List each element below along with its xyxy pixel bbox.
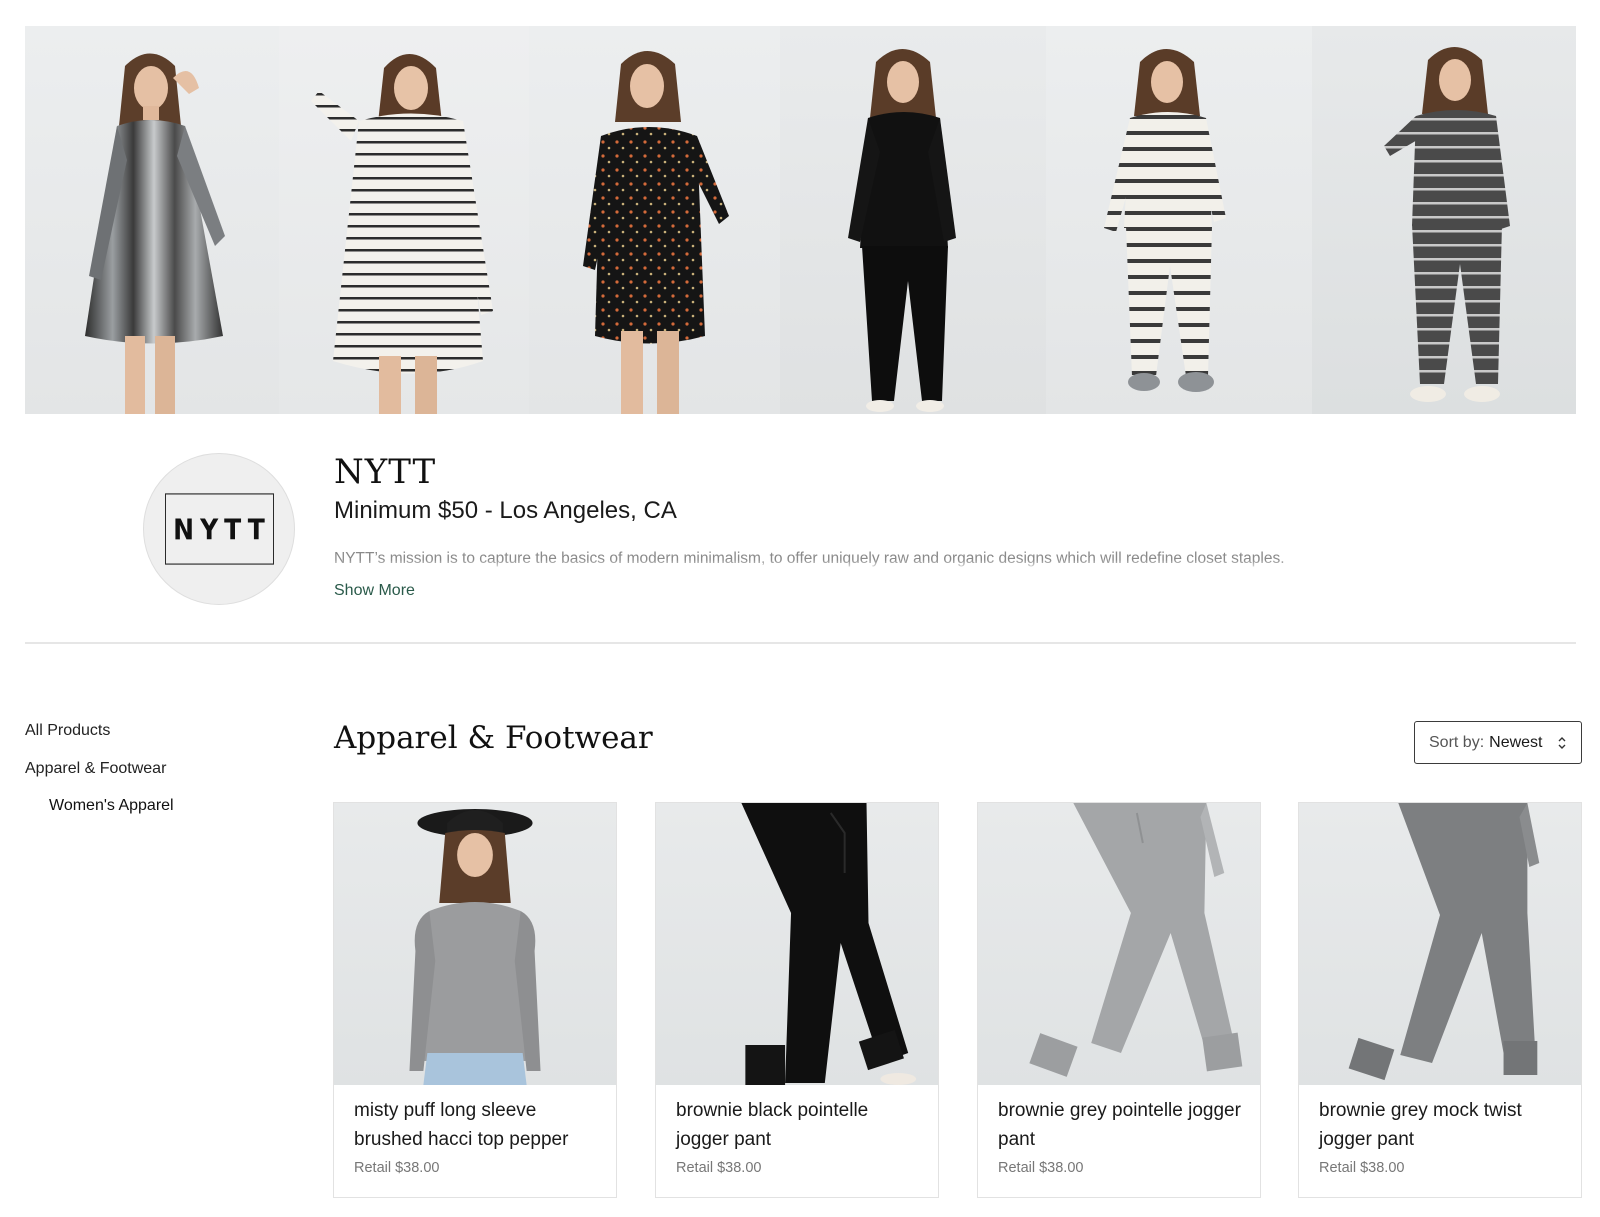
product-name: brownie grey mock twist jogger pant: [1319, 1100, 1522, 1150]
product-name: brownie grey pointelle jogger pant: [998, 1100, 1241, 1150]
product-name: misty puff long sleeve brushed hacci top…: [354, 1100, 569, 1150]
brand-description: NYTT’s mission is to capture the basics …: [334, 550, 1285, 567]
product-card[interactable]: misty puff long sleeve brushed hacci top…: [333, 802, 617, 1198]
product-image: [978, 803, 1260, 1085]
hero-photo-floral-dress: [529, 26, 780, 414]
brand-logo-wordmark: NYTT: [164, 493, 274, 565]
hero-photo-grey-striped-set: [1312, 26, 1576, 414]
sort-label: Sort by:: [1429, 733, 1485, 751]
hero-photo-striped-lounge-set: [1046, 26, 1312, 414]
product-image: [1299, 803, 1581, 1085]
brand-name: NYTT: [334, 452, 437, 492]
product-price: Retail $38.00: [1319, 1160, 1405, 1176]
hero-photo-striped-tunic: [279, 26, 529, 414]
brand-minimum-location: Minimum $50 - Los Angeles, CA: [334, 497, 677, 524]
section-title: Apparel & Footwear: [334, 720, 653, 756]
sidebar-item-apparel-footwear[interactable]: Apparel & Footwear: [25, 760, 166, 778]
hero-photo-black-lounge-set: [780, 26, 1046, 414]
brand-logo: NYTT: [143, 453, 295, 605]
product-card[interactable]: brownie grey pointelle jogger pant Retai…: [977, 802, 1261, 1198]
product-card[interactable]: brownie black pointelle jogger pant Reta…: [655, 802, 939, 1198]
product-price: Retail $38.00: [676, 1160, 762, 1176]
sidebar-item-all-products[interactable]: All Products: [25, 722, 110, 740]
sidebar-item-womens-apparel[interactable]: Women's Apparel: [49, 797, 174, 815]
sort-value: Newest: [1489, 733, 1543, 751]
product-image: [334, 803, 616, 1085]
product-name: brownie black pointelle jogger pant: [676, 1100, 869, 1150]
hero-photo-tie-dye-tunic: [25, 26, 279, 414]
product-price: Retail $38.00: [354, 1160, 440, 1176]
product-price: Retail $38.00: [998, 1160, 1084, 1176]
product-image: [656, 803, 938, 1085]
hero-banner: [25, 26, 1576, 414]
brand-page: NYTT NYTT Minimum $50 - Los Angeles, CA …: [0, 0, 1600, 1217]
sort-arrows-icon: [1558, 737, 1566, 749]
section-divider: [25, 642, 1576, 644]
sort-select[interactable]: Sort by: Newest: [1414, 721, 1582, 764]
show-more-link[interactable]: Show More: [334, 582, 415, 600]
product-card[interactable]: brownie grey mock twist jogger pant Reta…: [1298, 802, 1582, 1198]
